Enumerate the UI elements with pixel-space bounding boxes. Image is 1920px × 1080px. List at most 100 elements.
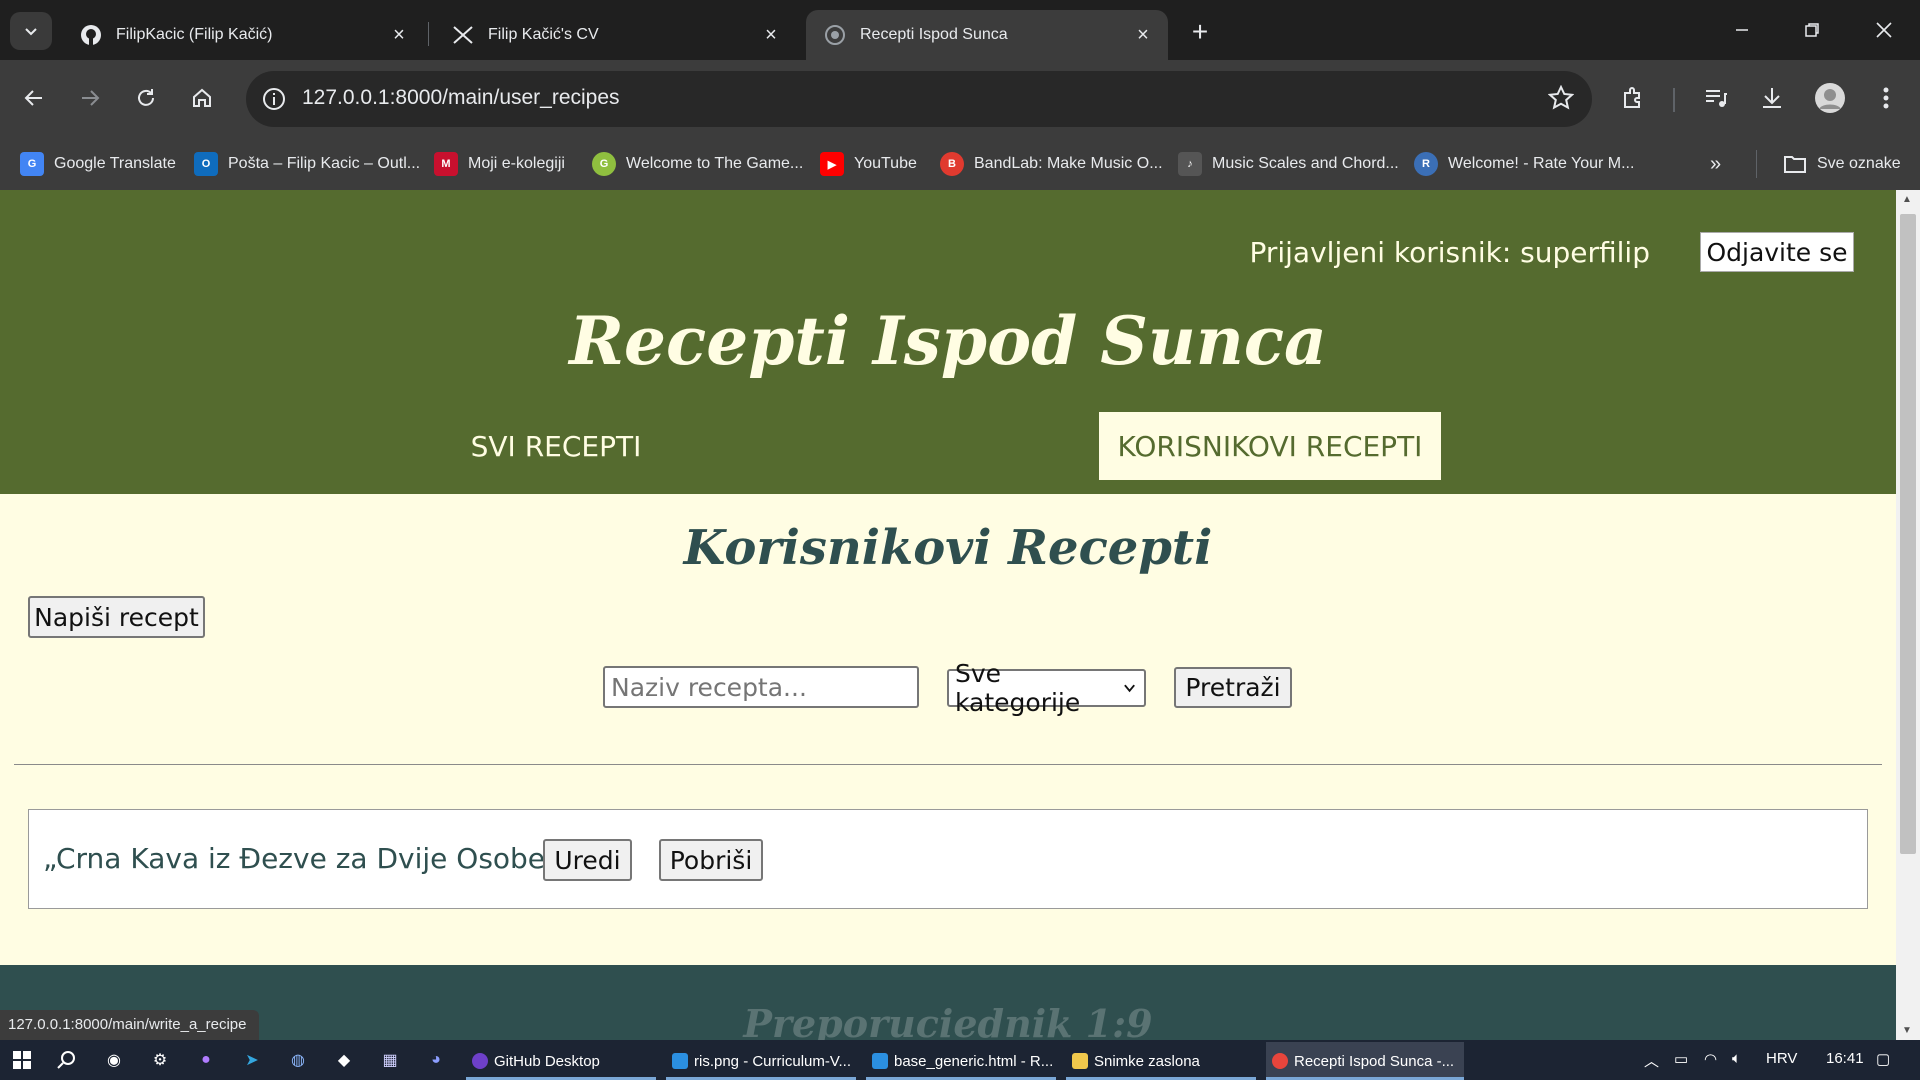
downloads-button[interactable]: [1752, 78, 1792, 118]
category-select[interactable]: Sve kategorije: [947, 659, 1146, 717]
delete-recipe-button[interactable]: Pobriši: [659, 839, 763, 881]
back-button[interactable]: [14, 78, 54, 118]
restore-button[interactable]: [1782, 10, 1842, 50]
bookmark-music-scales[interactable]: ♪ Music Scales and Chord...: [1178, 150, 1399, 178]
arrow-left-icon: [24, 90, 42, 106]
home-icon: [193, 88, 211, 107]
recipe-search-input[interactable]: Naziv recepta...: [603, 666, 919, 708]
address-bar[interactable]: 127.0.0.1:8000/main/user_recipes: [246, 71, 1592, 127]
home-button[interactable]: [182, 78, 222, 118]
reload-icon: [138, 89, 154, 106]
bookmark-e-kolegiji[interactable]: M Moji e-kolegiji: [434, 150, 565, 178]
bookmark-star-icon[interactable]: [1547, 84, 1575, 116]
task-explorer[interactable]: Snimke zaslona: [1066, 1042, 1256, 1080]
db-app[interactable]: ◍: [280, 1045, 316, 1075]
bookmark-label: Music Scales and Chord...: [1212, 155, 1399, 172]
bookmark-label: Welcome! - Rate Your M...: [1448, 155, 1635, 172]
nav-all-recipes[interactable]: SVI RECEPTI: [450, 412, 662, 480]
music-note-icon: ♪: [1178, 152, 1202, 176]
avatar-icon: [1815, 83, 1845, 113]
taskbar-search-button[interactable]: [48, 1045, 84, 1075]
inkscape-app[interactable]: ◆: [326, 1045, 362, 1075]
url-text[interactable]: 127.0.0.1:8000/main/user_recipes: [302, 86, 620, 110]
logout-button[interactable]: Odjavite se: [1700, 232, 1854, 272]
close-icon[interactable]: ×: [1132, 24, 1154, 46]
steam-app[interactable]: ◉: [96, 1045, 132, 1075]
start-button[interactable]: [4, 1045, 40, 1075]
chevron-down-icon: [25, 28, 37, 36]
tab-separator: [428, 22, 429, 46]
moodle-icon: M: [434, 152, 458, 176]
bookmark-game[interactable]: G Welcome to The Game...: [592, 150, 803, 178]
menu-button[interactable]: [1866, 78, 1906, 118]
task-chrome[interactable]: Recepti Ispod Sunca -...: [1266, 1042, 1464, 1080]
footer-verse: Preporuciednik 1:9: [743, 1001, 1153, 1040]
media-control-button[interactable]: [1696, 78, 1736, 118]
gear-icon: ⚙: [152, 1052, 168, 1069]
edit-recipe-button[interactable]: Uredi: [543, 839, 632, 881]
volume-icon[interactable]: 🔈︎: [1732, 1050, 1741, 1067]
wifi-icon[interactable]: ◠: [1704, 1050, 1717, 1068]
tab-github[interactable]: FilipKacic (Filip Kačić) ×: [62, 10, 424, 60]
close-icon[interactable]: ×: [388, 24, 410, 46]
game-icon: G: [592, 152, 616, 176]
more-bookmarks-button[interactable]: »: [1710, 150, 1721, 178]
nav-user-recipes[interactable]: KORISNIKOVI RECEPTI: [1099, 412, 1441, 480]
task-label: ris.png - Curriculum-V...: [694, 1052, 851, 1070]
bookmark-bandlab[interactable]: B BandLab: Make Music O...: [940, 150, 1163, 178]
bookmark-label: BandLab: Make Music O...: [974, 155, 1163, 172]
tab-cv[interactable]: Filip Kačić's CV ×: [434, 10, 796, 60]
search-button[interactable]: Pretraži: [1174, 667, 1292, 708]
task-label: Snimke zaslona: [1094, 1052, 1200, 1070]
tab-title: Filip Kačić's CV: [488, 26, 599, 43]
task-vscode-base[interactable]: base_generic.html - R...: [866, 1042, 1056, 1080]
extensions-button[interactable]: [1614, 78, 1654, 118]
settings-app[interactable]: ⚙: [142, 1045, 178, 1075]
bookmark-youtube[interactable]: ▶ YouTube: [820, 150, 917, 178]
task-vscode-ris[interactable]: ris.png - Curriculum-V...: [666, 1042, 856, 1080]
close-icon[interactable]: ×: [760, 24, 782, 46]
chevron-down-icon: [1124, 684, 1135, 693]
scrollbar-thumb[interactable]: [1900, 214, 1916, 854]
youtube-icon: ▶: [820, 152, 844, 176]
profile-button[interactable]: [1810, 78, 1850, 118]
telegram-icon: ➤: [245, 1052, 259, 1069]
clock[interactable]: 16:41: [1826, 1050, 1864, 1067]
bookmarks-bar: G Google Translate O Pošta – Filip Kacic…: [0, 138, 1920, 190]
bookmark-rate-your-music[interactable]: R Welcome! - Rate Your M...: [1414, 150, 1634, 178]
telegram-app[interactable]: ➤: [234, 1045, 270, 1075]
notes-icon: ▦: [382, 1052, 398, 1069]
battery-icon[interactable]: ▭: [1674, 1050, 1688, 1068]
notifications-icon[interactable]: ▢: [1876, 1050, 1890, 1068]
window-close-button[interactable]: [1854, 10, 1914, 50]
browser-tabstrip: FilipKacic (Filip Kačić) × Filip Kačić's…: [0, 0, 1920, 60]
bookmark-outlook[interactable]: O Pošta – Filip Kacic – Outl...: [194, 150, 420, 178]
tray-expand-icon[interactable]: ︿: [1644, 1050, 1659, 1071]
new-tab-button[interactable]: +: [1183, 18, 1217, 48]
minimize-button[interactable]: [1712, 10, 1772, 50]
write-recipe-button[interactable]: Napiši recept: [28, 596, 205, 638]
task-github-desktop[interactable]: GitHub Desktop: [466, 1042, 656, 1080]
vscode-icon: [672, 1053, 688, 1069]
scroll-down-arrow-icon[interactable]: ▼: [1902, 1025, 1912, 1036]
site-title[interactable]: Recepti Ispod Sunca: [0, 302, 1896, 380]
recipe-name[interactable]: „Crna Kava iz Đezve za Dvije Osobe“: [43, 842, 560, 875]
notes-app[interactable]: ▦: [372, 1045, 408, 1075]
language-indicator[interactable]: HRV: [1766, 1050, 1797, 1067]
reload-button[interactable]: [126, 78, 166, 118]
forward-button[interactable]: [70, 78, 110, 118]
onion-icon: ●: [201, 1051, 211, 1068]
tor-app[interactable]: ●: [188, 1045, 224, 1075]
bookmark-google-translate[interactable]: G Google Translate: [20, 150, 176, 178]
page-scrollbar[interactable]: ▲ ▼: [1896, 190, 1920, 1040]
github-icon: [80, 24, 102, 46]
site-info-icon[interactable]: [260, 85, 288, 113]
tab-search-button[interactable]: [10, 12, 52, 50]
scroll-up-arrow-icon[interactable]: ▲: [1902, 194, 1912, 205]
tab-recepti[interactable]: Recepti Ispod Sunca ×: [806, 10, 1168, 60]
bookmark-label: YouTube: [854, 155, 917, 172]
kebab-menu-icon: [1883, 87, 1889, 109]
discord-app[interactable]: ◕: [418, 1045, 454, 1075]
double-chevron-icon: »: [1710, 152, 1722, 175]
all-bookmarks-folder[interactable]: Sve oznake: [1756, 150, 1901, 178]
